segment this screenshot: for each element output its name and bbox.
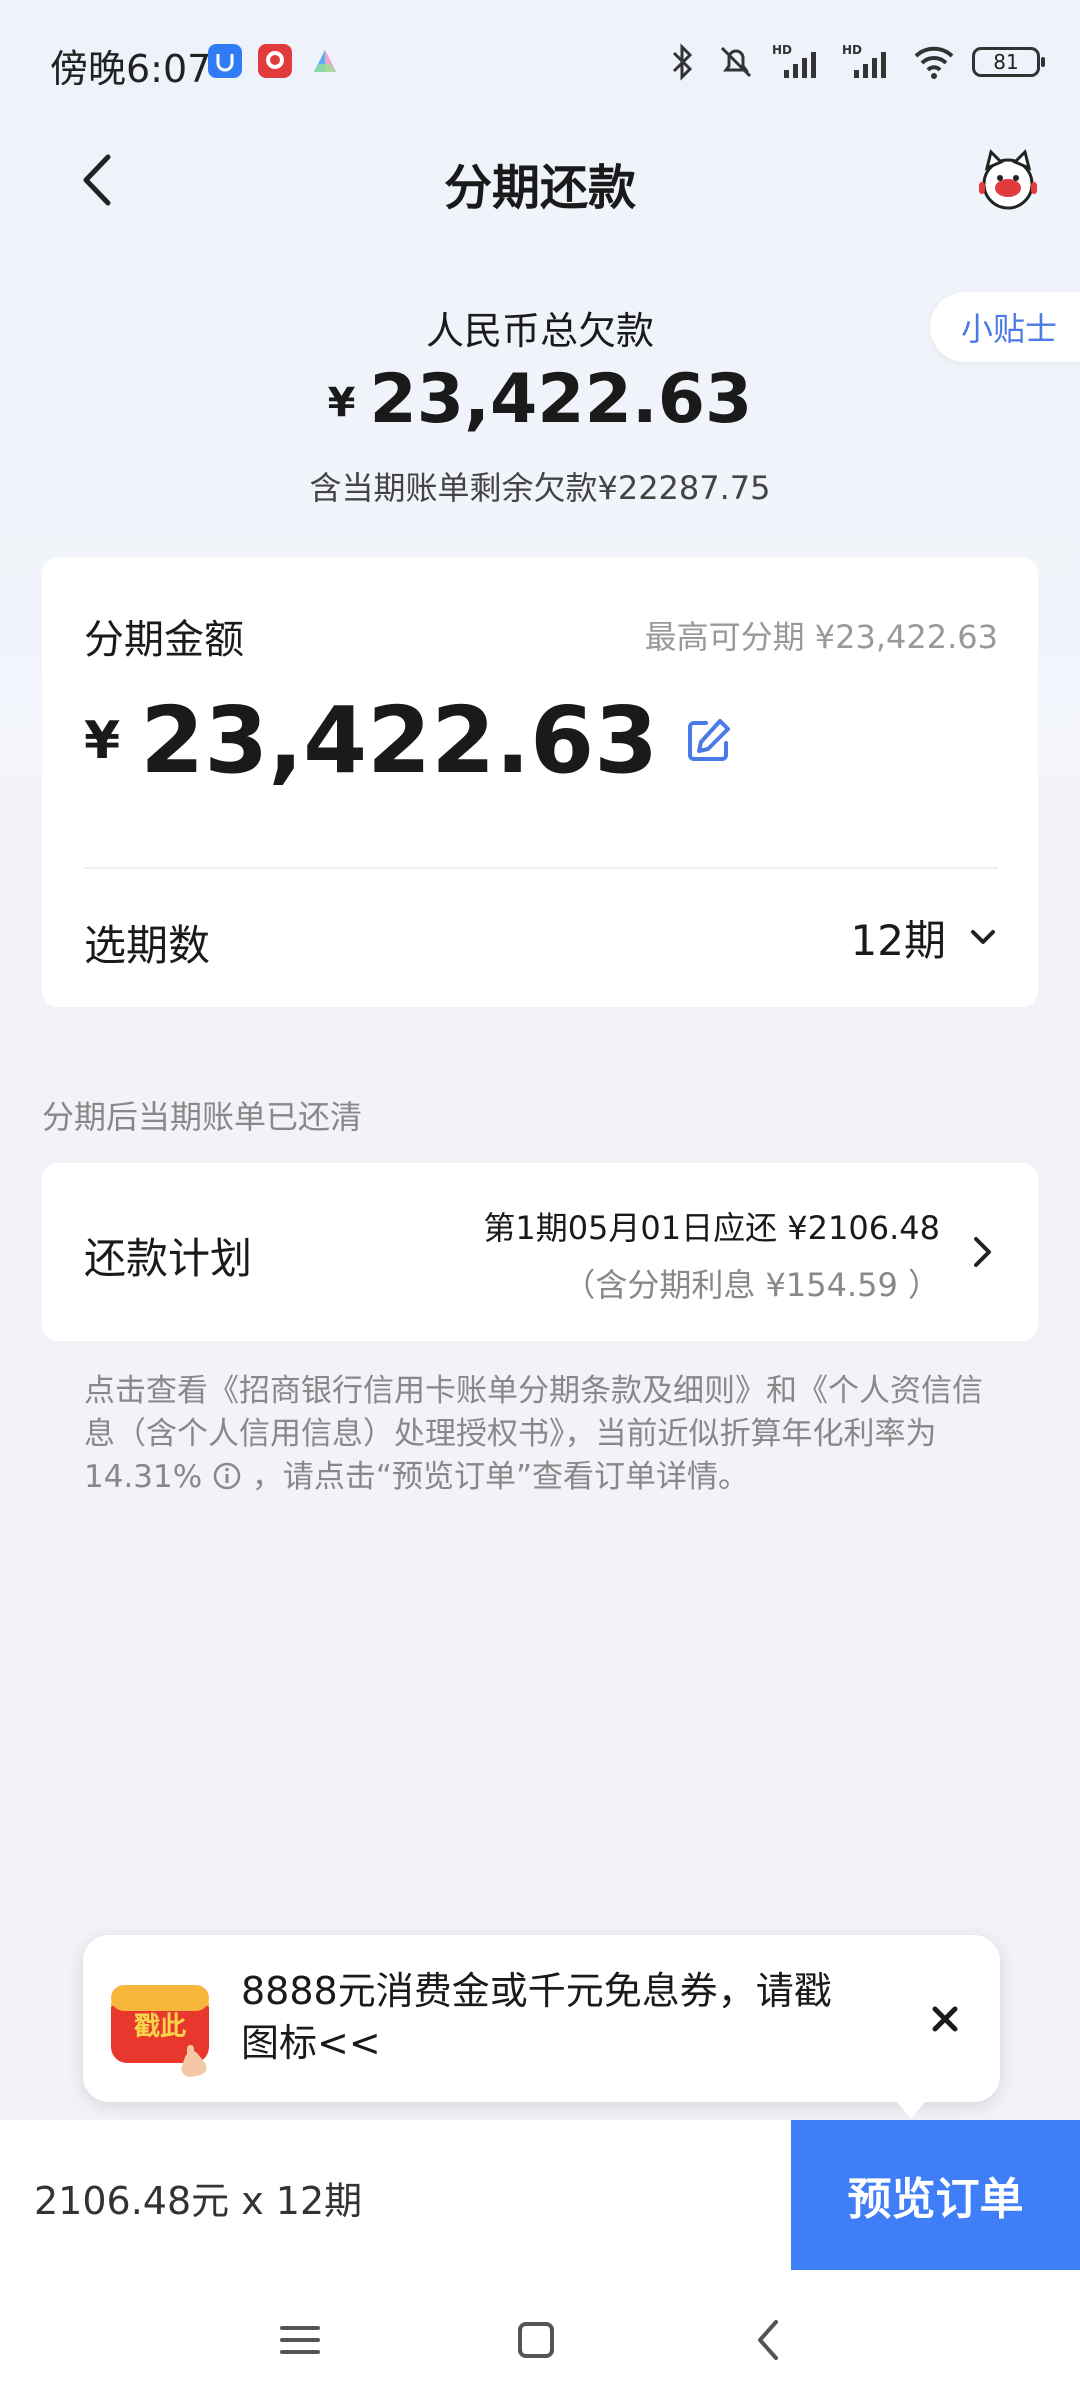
prism-app-notification-icon	[314, 50, 336, 72]
battery-indicator: 81	[972, 47, 1045, 77]
red-envelope-icon[interactable]: 戳此	[107, 1973, 217, 2083]
period-count-label: 选期数	[84, 921, 211, 970]
terms-disclaimer[interactable]: 点击查看《招商银行信用卡账单分期条款及细则》和《个人资信信息（含个人信用信息）处…	[84, 1370, 984, 1499]
status-icons: HD HD 81	[666, 40, 1045, 84]
chevron-down-icon	[971, 930, 995, 944]
bank-app-notification-icon	[258, 44, 292, 78]
installment-amount-value: 23,422.63	[140, 687, 659, 794]
currency-symbol: ¥	[327, 380, 356, 426]
currency-symbol: ¥	[84, 710, 121, 771]
signal-sim2-icon: HD	[842, 43, 886, 78]
red-envelope-label: 戳此	[134, 2012, 186, 2042]
status-time: 傍晚6:07	[50, 47, 212, 91]
repayment-plan-label: 还款计划	[84, 1234, 253, 1283]
promo-banner[interactable]: 戳此 8888元消费金或千元免息券，请戳图标<<	[83, 1935, 1000, 2118]
repayment-plan-card[interactable]: 还款计划 第1期05月01日应还 ¥2106.48 （含分期利息 ¥154.59…	[42, 1163, 1038, 1341]
interest-text: （含分期利息 ¥154.59 ）	[563, 1266, 940, 1304]
total-debt-label: 人民币总欠款	[425, 309, 654, 353]
signal-sim1-icon: HD	[772, 43, 816, 78]
edit-amount-icon[interactable]	[682, 715, 734, 767]
after-installment-note: 分期后当期账单已还清	[42, 1098, 363, 1136]
mascot-assistant-icon[interactable]	[975, 148, 1041, 214]
system-navigation-bar	[0, 2270, 1080, 2400]
chevron-right-icon	[974, 1237, 991, 1267]
svg-text:HD: HD	[772, 43, 792, 57]
max-installment-text: 最高可分期 ¥23,422.63	[644, 618, 998, 656]
installment-summary: 2106.48元 x 12期	[34, 2179, 363, 2223]
terms-text-end: ，请点击“预览订单”查看订单详情。	[251, 1459, 750, 1495]
wifi-icon	[914, 46, 954, 79]
bottom-action-bar: 2106.48元 x 12期 预览订单	[0, 2120, 1080, 2270]
bluetooth-icon	[672, 43, 693, 81]
current-bill-remaining: 含当期账单剩余欠款¥22287.75	[309, 469, 771, 507]
app-notification-icon	[208, 44, 242, 78]
menu-icon[interactable]	[270, 2310, 330, 2370]
preview-order-button[interactable]: 预览订单	[791, 2120, 1080, 2270]
installment-amount-label: 分期金额	[84, 617, 244, 663]
installment-amount-card: 分期金额 最高可分期 ¥23,422.63 ¥ 23,422.63 选期数 12…	[42, 557, 1038, 1007]
home-icon[interactable]	[506, 2310, 566, 2370]
info-icon[interactable]	[212, 1461, 242, 1491]
nav-back-icon[interactable]	[740, 2310, 800, 2370]
promo-text: 8888元消费金或千元免息券，请戳图标<<	[241, 1969, 832, 2065]
mute-bell-icon	[720, 46, 752, 78]
first-payment-text: 第1期05月01日应还 ¥2106.48	[483, 1209, 940, 1247]
installment-amount: ¥ 23,422.63	[84, 687, 734, 794]
close-icon[interactable]	[923, 1997, 967, 2041]
period-count-value: 12期	[850, 915, 946, 965]
page-title: 分期还款	[443, 160, 636, 216]
svg-text:HD: HD	[842, 43, 862, 57]
divider	[84, 867, 998, 869]
period-count-select[interactable]: 12期	[851, 907, 998, 967]
status-bar: 傍晚6:07 HD HD 81	[0, 0, 1080, 125]
total-debt-amount: ¥23,422.63	[0, 360, 1080, 439]
total-debt-value: 23,422.63	[369, 360, 753, 439]
